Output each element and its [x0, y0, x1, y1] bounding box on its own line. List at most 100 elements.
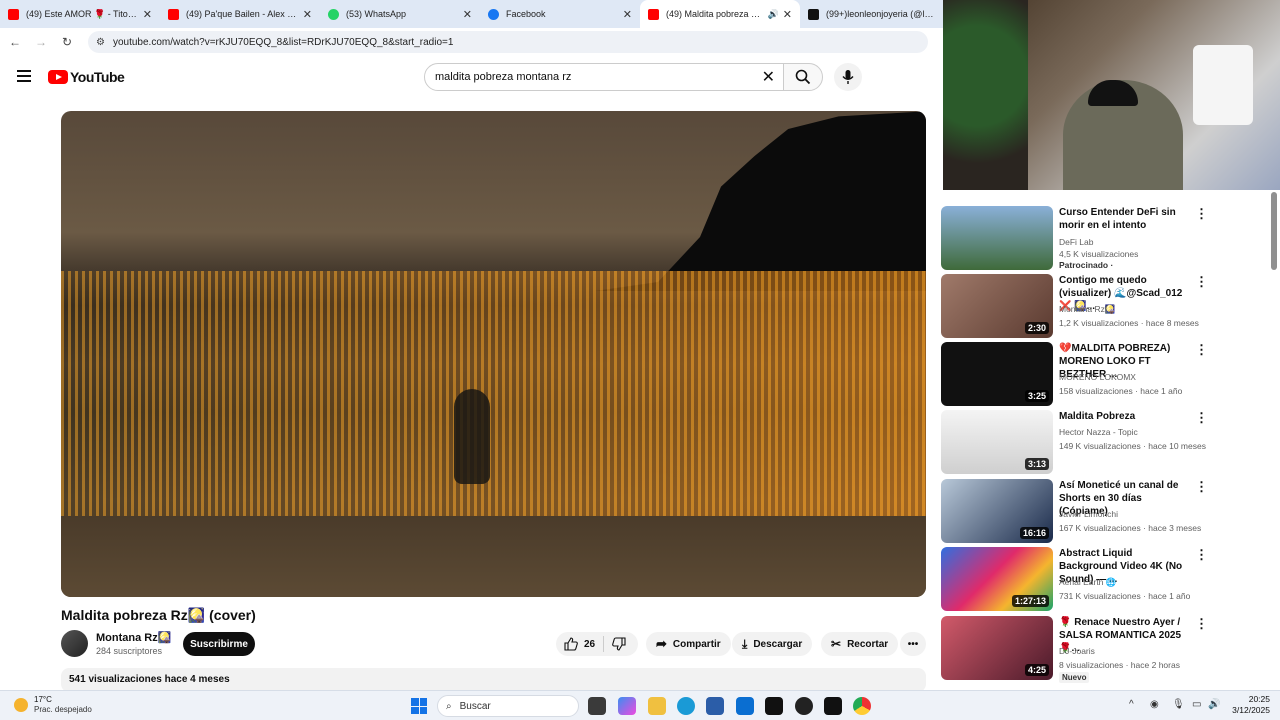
address-bar-row: ← → ↻ ⚙ youtube.com/watch?v=rKJU70EQQ_8&… [0, 28, 943, 56]
duration-badge: 4:25 [1024, 664, 1049, 676]
close-tab-icon[interactable]: ✕ [463, 8, 472, 21]
display-icon[interactable]: ▭ [1192, 699, 1201, 710]
youtube-logo[interactable]: YouTube [48, 69, 125, 85]
youtube-icon [648, 8, 659, 20]
recommendation-channel[interactable]: Javier Limonchi [1059, 509, 1118, 519]
recommendation-channel[interactable]: DJ-Joaris [1059, 646, 1095, 656]
speaker-icon[interactable]: 🔊 [768, 9, 779, 20]
webcam-overlay [943, 0, 1280, 190]
recommendation-channel[interactable]: Montana Rz🎑 [1059, 304, 1115, 315]
video-thumbnail[interactable]: 4:25 [941, 616, 1053, 680]
url-field[interactable]: ⚙ youtube.com/watch?v=rKJU70EQQ_8&list=R… [88, 31, 928, 53]
start-button[interactable] [411, 698, 427, 714]
weather-temperature: 17°C [34, 695, 52, 704]
description-box[interactable]: 541 visualizaciones hace 4 meses [61, 668, 926, 692]
recommendation-meta: 149 K visualizaciones · hace 10 meses [1059, 441, 1206, 451]
download-button[interactable]: ⤓ Descargar [732, 632, 813, 656]
recommendation-card[interactable]: 1:27:13 Abstract Liquid Background Video… [941, 547, 1241, 611]
more-vertical-icon[interactable]: ⋮ [1195, 410, 1208, 426]
recommendation-channel[interactable]: MORENO LOKOMX [1059, 372, 1136, 382]
outlook-icon[interactable] [736, 697, 754, 715]
like-button[interactable]: 26 [556, 632, 603, 656]
reload-icon[interactable]: ↻ [56, 35, 78, 49]
task-view-icon[interactable] [588, 697, 606, 715]
recommendation-card[interactable]: 3:25 💔MALDITA POBREZA) MORENO LOKO FT BE… [941, 342, 1241, 406]
video-thumbnail[interactable]: 3:25 [941, 342, 1053, 406]
close-tab-icon[interactable]: ✕ [303, 8, 312, 21]
video-player[interactable] [61, 111, 926, 597]
chrome-icon[interactable] [853, 697, 871, 715]
channel-name[interactable]: Montana Rz🎑 [96, 631, 171, 644]
video-thumbnail[interactable]: 3:13 [941, 410, 1053, 474]
more-vertical-icon[interactable]: ⋮ [1195, 616, 1208, 632]
tray-chevron-icon[interactable]: ^ [1129, 699, 1134, 710]
duration-badge: 3:13 [1024, 458, 1049, 470]
recommendation-channel[interactable]: Hector Nazza - Topic [1059, 427, 1138, 437]
forward-icon[interactable]: → [30, 35, 52, 49]
recommendation-card[interactable]: Curso Entender DeFi sin morir en el inte… [941, 206, 1241, 270]
recommendation-card[interactable]: 4:25 🌹 Renace Nuestro Ayer / SALSA ROMAN… [941, 616, 1241, 683]
recommendation-card[interactable]: 3:13 Maldita Pobreza Hector Nazza - Topi… [941, 410, 1241, 474]
browser-tab[interactable]: (99+)leonleonjoyeria (@leonleonjoyeria) [800, 0, 943, 28]
youtube-play-icon [48, 70, 68, 84]
recommendation-title[interactable]: Curso Entender DeFi sin morir en el inte… [1059, 206, 1191, 232]
video-thumbnail[interactable]: 16:16 [941, 479, 1053, 543]
volume-icon[interactable]: 🔊 [1208, 699, 1220, 710]
microphone-tray-icon[interactable]: 🎙 [1172, 699, 1185, 710]
more-actions-button[interactable]: ••• [900, 632, 926, 656]
taskbar-search[interactable]: ⌕ Buscar [437, 695, 579, 717]
more-vertical-icon[interactable]: ⋮ [1195, 206, 1208, 222]
more-vertical-icon[interactable]: ⋮ [1195, 547, 1208, 563]
voice-search-button[interactable] [834, 63, 862, 91]
weather-widget[interactable]: 17°C Prac. despejado [14, 695, 92, 715]
network-icon[interactable]: ◉ [1150, 699, 1159, 710]
like-dislike-group: 26 [556, 632, 638, 656]
recommendation-card[interactable]: 16:16 Así Moneticé un canal de Shorts en… [941, 479, 1241, 543]
search-button[interactable] [783, 63, 823, 91]
duration-badge: 16:16 [1019, 527, 1049, 539]
page-scrollbar[interactable] [1271, 192, 1277, 270]
search-input[interactable]: maldita pobreza montana rz ✕ [424, 63, 784, 91]
browser-tab[interactable]: (53) WhatsApp ✕ [320, 0, 480, 28]
video-thumbnail[interactable] [941, 206, 1053, 270]
channel-avatar[interactable] [61, 630, 88, 657]
clock-date: 3/12/2025 [1232, 705, 1270, 715]
file-explorer-icon[interactable] [648, 697, 666, 715]
share-button[interactable]: ➦ Compartir [646, 632, 731, 656]
close-tab-icon[interactable]: ✕ [623, 8, 632, 21]
more-vertical-icon[interactable]: ⋮ [1195, 479, 1208, 495]
recommendation-title[interactable]: Maldita Pobreza [1059, 410, 1191, 423]
browser-tab-active[interactable]: (49) Maldita pobreza Rz🎑 🔊 ✕ [640, 0, 800, 28]
browser-tab[interactable]: (49) Pa'que Bailen - Alex G Prod✕ [160, 0, 320, 28]
obs-icon[interactable] [795, 697, 813, 715]
more-vertical-icon[interactable]: ⋮ [1195, 274, 1208, 290]
more-vertical-icon[interactable]: ⋮ [1195, 342, 1208, 358]
close-tab-icon[interactable]: ✕ [783, 8, 792, 21]
recommendation-channel[interactable]: DeFi Lab [1059, 237, 1094, 247]
duration-badge: 2:30 [1024, 322, 1049, 334]
youtube-header: YouTube maldita pobreza montana rz ✕ [0, 57, 943, 97]
site-settings-icon[interactable]: ⚙ [96, 37, 105, 48]
menu-icon[interactable] [17, 70, 31, 82]
edge-icon[interactable] [677, 697, 695, 715]
clear-search-icon[interactable]: ✕ [762, 67, 775, 87]
system-clock[interactable]: 20:25 3/12/2025 [1226, 694, 1270, 716]
recommendation-card[interactable]: 2:30 Contigo me quedo (visualizer) 🌊@Sca… [941, 274, 1241, 338]
subscribe-button[interactable]: Suscribirme [183, 632, 255, 656]
browser-tab[interactable]: (49) Este AMOR 🌹 - Tito Rojas✕ [0, 0, 160, 28]
capcut-icon[interactable] [824, 697, 842, 715]
close-tab-icon[interactable]: ✕ [143, 8, 152, 21]
weather-condition: Prac. despejado [34, 705, 92, 714]
clip-button[interactable]: ✂ Recortar [821, 632, 899, 656]
dislike-button[interactable] [604, 632, 634, 656]
browser-tab[interactable]: Facebook ✕ [480, 0, 640, 28]
recommendation-channel[interactable]: Aerial Earth 🌐 [1059, 577, 1116, 588]
store-icon[interactable] [706, 697, 724, 715]
copilot-icon[interactable] [618, 697, 636, 715]
back-icon[interactable]: ← [4, 35, 26, 49]
more-horizontal-icon: ••• [907, 638, 919, 650]
video-thumbnail[interactable]: 2:30 [941, 274, 1053, 338]
video-thumbnail[interactable]: 1:27:13 [941, 547, 1053, 611]
windows-taskbar: 17°C Prac. despejado ⌕ Buscar ^ ◉ 🎙 ▭ 🔊 … [0, 690, 1280, 720]
tiktok-icon[interactable] [765, 697, 783, 715]
